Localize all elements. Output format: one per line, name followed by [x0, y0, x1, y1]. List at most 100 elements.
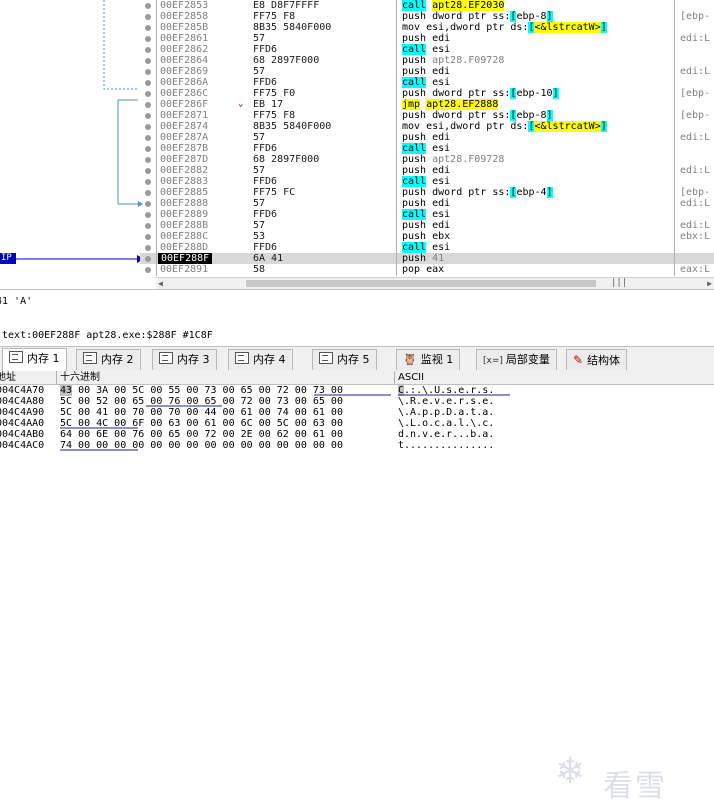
breakpoint-dot-icon[interactable]	[145, 179, 151, 185]
instruction-row[interactable]: 00EF285B 8B35 5840F000 mov esi,dword ptr d…	[140, 22, 714, 33]
instruction-row[interactable]: 00EF286F ⌄ EB 17 jmp apt28.EF2888	[140, 99, 714, 110]
mnemonic: push	[402, 187, 427, 198]
dump-row[interactable]: 004C4A70 43 00 3A 00 5C 00 55 00 73 00 65…	[0, 385, 714, 396]
dump-hex[interactable]: 74 00 00 00 00 00 00 00 00 00 00 00 00 0…	[60, 440, 343, 451]
breakpoint-dot-icon[interactable]	[145, 190, 151, 196]
instruction-row[interactable]: 00EF2858 FF75 F8 push dword ptr ss:[ebp-8]…	[140, 11, 714, 22]
breakpoint-dot-icon[interactable]	[145, 91, 151, 97]
dump-ascii[interactable]: \.A.p.p.D.a.t.a.	[398, 407, 494, 418]
disassembly-pane[interactable]: IP 00EF2853 E8 D8F7FFFF call apt28.EF2030 0…	[0, 0, 714, 289]
breakpoint-dot-icon[interactable]	[145, 168, 151, 174]
instruction-row[interactable]: 00EF288D FFD6 call esi	[140, 242, 714, 253]
instruction-row[interactable]: 00EF287B FFD6 call esi	[140, 143, 714, 154]
dump-address: 004C4A90	[0, 407, 45, 418]
instruction-row[interactable]: 00EF288C 53 push ebx ebx:L	[140, 231, 714, 242]
instruction-row[interactable]: 00EF2883 FFD6 call esi	[140, 176, 714, 187]
dump-row[interactable]: 004C4AA0 5C 00 4C 00 6F 00 63 00 61 00 6C…	[0, 418, 714, 429]
instruction-row[interactable]: 00EF288B 57 push edi edi:L	[140, 220, 714, 231]
dump-ascii[interactable]: C.:.\.U.s.e.r.s.	[398, 385, 494, 396]
instruction-row[interactable]: 00EF2861 57 push edi edi:L	[140, 33, 714, 44]
breakpoint-dot-icon[interactable]	[145, 201, 151, 207]
breakpoint-dot-icon[interactable]	[145, 113, 151, 119]
breakpoint-dot-icon[interactable]	[145, 223, 151, 229]
selected-char[interactable]: C	[398, 385, 405, 396]
instruction-bytes: FFD6	[253, 143, 278, 154]
instruction-address: 00EF286C	[160, 88, 209, 99]
horizontal-scrollbar[interactable]: ◀ ||| ▶	[156, 277, 714, 289]
instruction-row[interactable]: 00EF287A 57 push edi edi:L	[140, 132, 714, 143]
breakpoint-dot-icon[interactable]	[145, 212, 151, 218]
breakpoint-dot-icon[interactable]	[145, 267, 151, 273]
instruction-row[interactable]: 00EF286C FF75 F0 push dword ptr ss:[ebp-10…	[140, 88, 714, 99]
instruction-row[interactable]: 00EF2853 E8 D8F7FFFF call apt28.EF2030	[140, 0, 714, 11]
tab-2[interactable]: 内存 2	[76, 349, 141, 370]
dump-address: 004C4A70	[0, 385, 45, 396]
tab-1[interactable]: 内存 1	[2, 348, 67, 371]
breakpoint-dot-icon[interactable]	[145, 146, 151, 152]
tab-5[interactable]: 内存 5	[312, 349, 377, 370]
dump-hex[interactable]: 43 00 3A 00 5C 00 55 00 73 00 65 00 72 0…	[60, 385, 343, 396]
instruction-bytes: FF75 FC	[253, 187, 296, 198]
breakpoint-dot-icon[interactable]	[145, 25, 151, 31]
dump-row[interactable]: 004C4A80 5C 00 52 00 65 00 76 00 65 00 72…	[0, 396, 714, 407]
dump-ascii[interactable]: d.n.v.e.r...b.a.	[398, 429, 494, 440]
operand: <&lstrcatW>	[534, 22, 601, 33]
dump-hex[interactable]: 5C 00 52 00 65 00 76 00 65 00 72 00 73 0…	[60, 396, 343, 407]
breakpoint-dot-icon[interactable]	[145, 157, 151, 163]
tab-3[interactable]: 内存 3	[152, 349, 217, 370]
breakpoint-dot-icon[interactable]	[145, 58, 151, 64]
breakpoint-dot-icon[interactable]	[145, 3, 151, 9]
scroll-right-icon[interactable]: ▶	[707, 278, 712, 289]
breakpoint-dot-icon[interactable]	[145, 80, 151, 86]
instruction-row[interactable]: 00EF286A FFD6 call esi	[140, 77, 714, 88]
breakpoint-dot-icon[interactable]	[145, 124, 151, 130]
breakpoint-dot-icon[interactable]	[145, 69, 151, 75]
breakpoint-dot-icon[interactable]	[145, 102, 151, 108]
breakpoint-dot-icon[interactable]	[145, 256, 151, 262]
instruction-row[interactable]: 00EF2891 58 pop eax eax:L	[140, 264, 714, 275]
breakpoint-dot-icon[interactable]	[145, 135, 151, 141]
instruction-row[interactable]: 00EF2889 FFD6 call esi	[140, 209, 714, 220]
breakpoint-dot-icon[interactable]	[145, 245, 151, 251]
memory-dump-pane[interactable]: 地址 十六进制 ASCII 004C4A70 43 00 3A 00 5C 00 …	[0, 371, 714, 804]
operand: apt28.F09728	[432, 154, 505, 165]
instruction-list[interactable]: 00EF2853 E8 D8F7FFFF call apt28.EF2030 00EF…	[140, 0, 714, 275]
instruction-row[interactable]: 00EF2869 57 push edi edi:L	[140, 66, 714, 77]
dump-row[interactable]: 004C4AB0 64 00 6E 00 76 00 65 00 72 00 2E…	[0, 429, 714, 440]
breakpoint-dot-icon[interactable]	[145, 234, 151, 240]
instruction-row[interactable]: 00EF2885 FF75 FC push dword ptr ss:[ebp-4]…	[140, 187, 714, 198]
scrollbar-thumb[interactable]	[246, 280, 596, 287]
instruction-row[interactable]: 00EF288F 6A 41 push 41	[140, 253, 714, 264]
instruction-row[interactable]: 00EF2871 FF75 F8 push dword ptr ss:[ebp-8]…	[140, 110, 714, 121]
breakpoint-dot-icon[interactable]	[145, 14, 151, 20]
instruction-address: 00EF2889	[160, 209, 209, 220]
dump-row[interactable]: 004C4AC0 74 00 00 00 00 00 00 00 00 00 00…	[0, 440, 714, 451]
instruction-row[interactable]: 00EF2888 57 push edi edi:L	[140, 198, 714, 209]
instruction-row[interactable]: 00EF2882 57 push edi edi:L	[140, 165, 714, 176]
mnemonic: push	[402, 110, 427, 121]
tab-7[interactable]: [x=] 局部变量	[476, 349, 557, 370]
dump-hex[interactable]: 5C 00 4C 00 6F 00 63 00 61 00 6C 00 5C 0…	[60, 418, 343, 429]
instruction-row[interactable]: 00EF2874 8B35 5840F000 mov esi,dword ptr d…	[140, 121, 714, 132]
memory-icon	[83, 352, 97, 364]
dump-row[interactable]: 004C4A90 5C 00 41 00 70 00 70 00 44 00 61…	[0, 407, 714, 418]
dump-ascii[interactable]: t...............	[398, 440, 494, 451]
memory-icon	[319, 352, 333, 364]
tab-4[interactable]: 内存 4	[228, 349, 293, 370]
tab-6[interactable]: 🦉 监视 1	[396, 349, 461, 370]
instruction-row[interactable]: 00EF2862 FFD6 call esi	[140, 44, 714, 55]
instruction-row[interactable]: 00EF2864 68 2897F000 push apt28.F09728	[140, 55, 714, 66]
dump-ascii[interactable]: \.R.e.v.e.r.s.e.	[398, 396, 494, 407]
selected-byte[interactable]: 43	[60, 385, 73, 396]
tab-8[interactable]: ✎ 结构体	[566, 349, 628, 370]
dump-hex[interactable]: 64 00 6E 00 76 00 65 00 72 00 2E 00 62 0…	[60, 429, 343, 440]
instruction-text: mov esi,dword ptr ds:[<&lstrcatW>]	[402, 121, 607, 132]
dump-ascii[interactable]: \.L.o.c.a.l.\.c.	[398, 418, 494, 429]
operand: esi	[432, 44, 451, 55]
scroll-left-icon[interactable]: ◀	[158, 278, 163, 289]
dump-hex[interactable]: 5C 00 41 00 70 00 70 00 44 00 61 00 74 0…	[60, 407, 343, 418]
breakpoint-dot-icon[interactable]	[145, 47, 151, 53]
breakpoint-dot-icon[interactable]	[145, 36, 151, 42]
instruction-row[interactable]: 00EF287D 68 2897F000 push apt28.F09728	[140, 154, 714, 165]
instruction-bytes: 58	[253, 264, 266, 275]
